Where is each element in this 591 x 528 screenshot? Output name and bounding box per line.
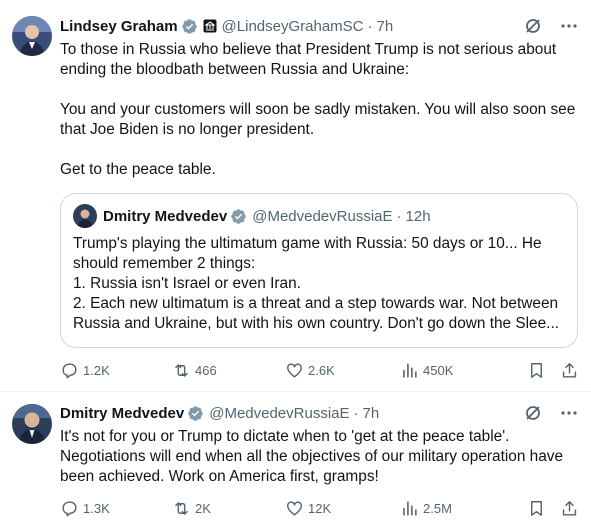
views-icon [400,361,419,380]
government-affiliation-icon[interactable] [203,19,217,33]
verified-badge-icon [230,208,247,225]
quoted-tweet-header: Dmitry Medvedev @MedvedevRussiaE · 12h [73,204,565,228]
quoted-tweet[interactable]: Dmitry Medvedev @MedvedevRussiaE · 12h T… [60,193,578,348]
avatar[interactable] [12,16,52,56]
like-button[interactable]: 12K [285,499,400,518]
quoted-author-name: Dmitry Medvedev [103,207,228,225]
tweet-text: It's not for you or Trump to dictate whe… [60,428,568,485]
grok-icon[interactable] [523,403,543,423]
reply-icon [60,361,79,380]
share-icon[interactable] [560,361,579,380]
like-icon [285,361,304,380]
tweet-actions: 1.2K 466 2.6K 450K [60,360,579,380]
tweet-divider [0,391,591,392]
tweet-body: Dmitry Medvedev @MedvedevRussiaE · 7h It… [60,403,579,487]
separator-dot: · [353,404,359,422]
reply-button[interactable]: 1.3K [60,499,172,518]
like-button[interactable]: 2.6K [285,361,400,380]
quoted-timestamp: 12h [405,207,431,225]
secondary-actions [527,499,579,518]
author-handle[interactable]: @LindseyGrahamSC [222,18,364,35]
timestamp[interactable]: 7h [363,405,380,422]
tweet-body: Lindsey Graham @LindseyGrahamSC · 7h To … [60,16,579,180]
tweet-text: To those in Russia who believe that Pres… [60,41,576,178]
bookmark-icon[interactable] [527,361,546,380]
tweet-actions: 1.3K 2K 12K 2.5M [60,498,579,518]
share-icon[interactable] [560,499,579,518]
header-actions [523,403,579,423]
like-icon [285,499,304,518]
grok-icon[interactable] [523,16,543,36]
reply-icon [60,499,79,518]
tweet-header: Dmitry Medvedev @MedvedevRussiaE · 7h [60,403,579,423]
timestamp[interactable]: 7h [377,18,394,35]
author-name[interactable]: Lindsey Graham [60,18,178,35]
author-handle[interactable]: @MedvedevRussiaE [209,405,349,422]
bookmark-icon[interactable] [527,499,546,518]
separator-dot: · [367,17,373,35]
repost-icon [172,499,191,518]
avatar[interactable] [12,404,52,444]
repost-button[interactable]: 2K [172,499,285,518]
repost-count: 2K [195,500,211,516]
author-name[interactable]: Dmitry Medvedev [60,405,184,422]
reply-button[interactable]: 1.2K [60,361,172,380]
views-button[interactable]: 2.5M [400,499,500,518]
tweet[interactable]: Lindsey Graham @LindseyGrahamSC · 7h To … [0,0,591,392]
quoted-author-handle: @MedvedevRussiaE [252,207,393,225]
views-button[interactable]: 450K [400,361,500,380]
repost-button[interactable]: 466 [172,361,285,380]
quoted-avatar [73,204,97,228]
like-count: 2.6K [308,362,335,378]
reply-count: 1.2K [83,362,110,378]
quoted-tweet-text: Trump's playing the ultimatum game with … [73,235,560,332]
separator-dot: · [396,207,402,225]
like-count: 12K [308,500,332,516]
views-count: 2.5M [423,500,452,516]
repost-icon [172,361,191,380]
views-icon [400,499,419,518]
header-actions [523,16,579,36]
secondary-actions [527,361,579,380]
tweet-header: Lindsey Graham @LindseyGrahamSC · 7h [60,16,579,36]
verified-badge-icon[interactable] [181,18,198,35]
more-icon[interactable] [559,16,579,36]
repost-count: 466 [195,362,217,378]
tweet[interactable]: Dmitry Medvedev @MedvedevRussiaE · 7h It… [0,393,591,528]
verified-badge-icon[interactable] [187,405,204,422]
views-count: 450K [423,362,454,378]
more-icon[interactable] [559,403,579,423]
reply-count: 1.3K [83,500,110,516]
